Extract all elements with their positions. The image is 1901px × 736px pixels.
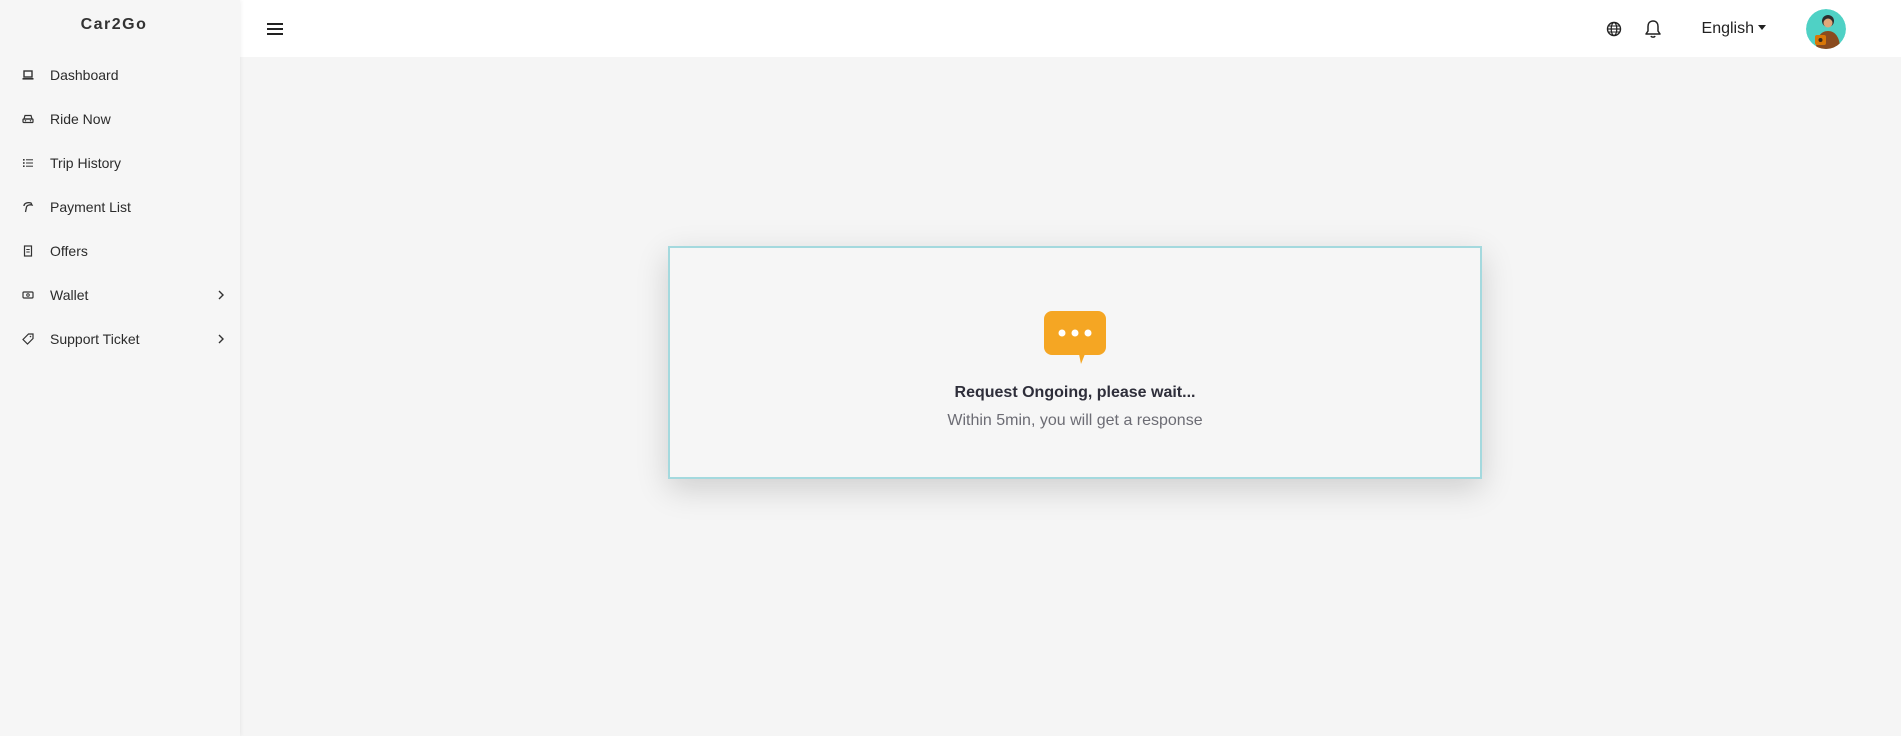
top-header: English bbox=[240, 0, 1901, 57]
sidebar-item-wallet[interactable]: Wallet bbox=[0, 273, 240, 317]
hamburger-icon[interactable] bbox=[265, 19, 285, 39]
globe-icon[interactable] bbox=[1606, 21, 1622, 37]
sidebar-item-trip-history[interactable]: Trip History bbox=[0, 141, 240, 185]
wallet-icon bbox=[22, 289, 34, 301]
avatar[interactable] bbox=[1806, 8, 1846, 49]
chat-bubble-icon bbox=[1043, 310, 1107, 366]
brand-logo-text[interactable]: Car2Go bbox=[0, 0, 240, 50]
sidebar-item-label: Payment List bbox=[50, 199, 131, 215]
sidebar-item-label: Offers bbox=[50, 243, 88, 259]
chevron-right-icon bbox=[216, 290, 226, 300]
language-label: English bbox=[1701, 19, 1754, 37]
bell-icon[interactable] bbox=[1644, 19, 1662, 39]
sidebar-item-offers[interactable]: Offers bbox=[0, 229, 240, 273]
chevron-right-icon bbox=[216, 334, 226, 344]
sidebar-item-payment-list[interactable]: Payment List bbox=[0, 185, 240, 229]
receipt-icon bbox=[22, 245, 34, 257]
sidebar-item-support-ticket[interactable]: Support Ticket bbox=[0, 317, 240, 361]
sidebar-item-label: Dashboard bbox=[50, 67, 119, 83]
laptop-icon bbox=[22, 69, 34, 81]
sidebar-nav: Dashboard Ride Now Trip History Payment … bbox=[0, 53, 240, 361]
sidebar-item-dashboard[interactable]: Dashboard bbox=[0, 53, 240, 97]
sidebar-item-label: Support Ticket bbox=[50, 331, 140, 347]
language-dropdown[interactable]: English bbox=[1702, 20, 1766, 38]
car-icon bbox=[22, 113, 34, 125]
sidebar-item-label: Ride Now bbox=[50, 111, 111, 127]
sidebar-item-label: Wallet bbox=[50, 287, 89, 303]
sidebar-item-label: Trip History bbox=[50, 155, 122, 171]
request-status-card: Request Ongoing, please wait... Within 5… bbox=[668, 246, 1482, 479]
caret-down-icon bbox=[1758, 25, 1766, 30]
status-title: Request Ongoing, please wait... bbox=[954, 384, 1196, 401]
sidebar: Car2Go Dashboard Ride Now Trip History P… bbox=[0, 0, 240, 736]
status-subtitle: Within 5min, you will get a response bbox=[947, 412, 1203, 429]
ticket-icon bbox=[22, 333, 34, 345]
header-actions: English bbox=[1606, 8, 1846, 49]
payment-icon bbox=[22, 201, 34, 213]
sidebar-item-ride-now[interactable]: Ride Now bbox=[0, 97, 240, 141]
list-icon bbox=[22, 157, 34, 169]
